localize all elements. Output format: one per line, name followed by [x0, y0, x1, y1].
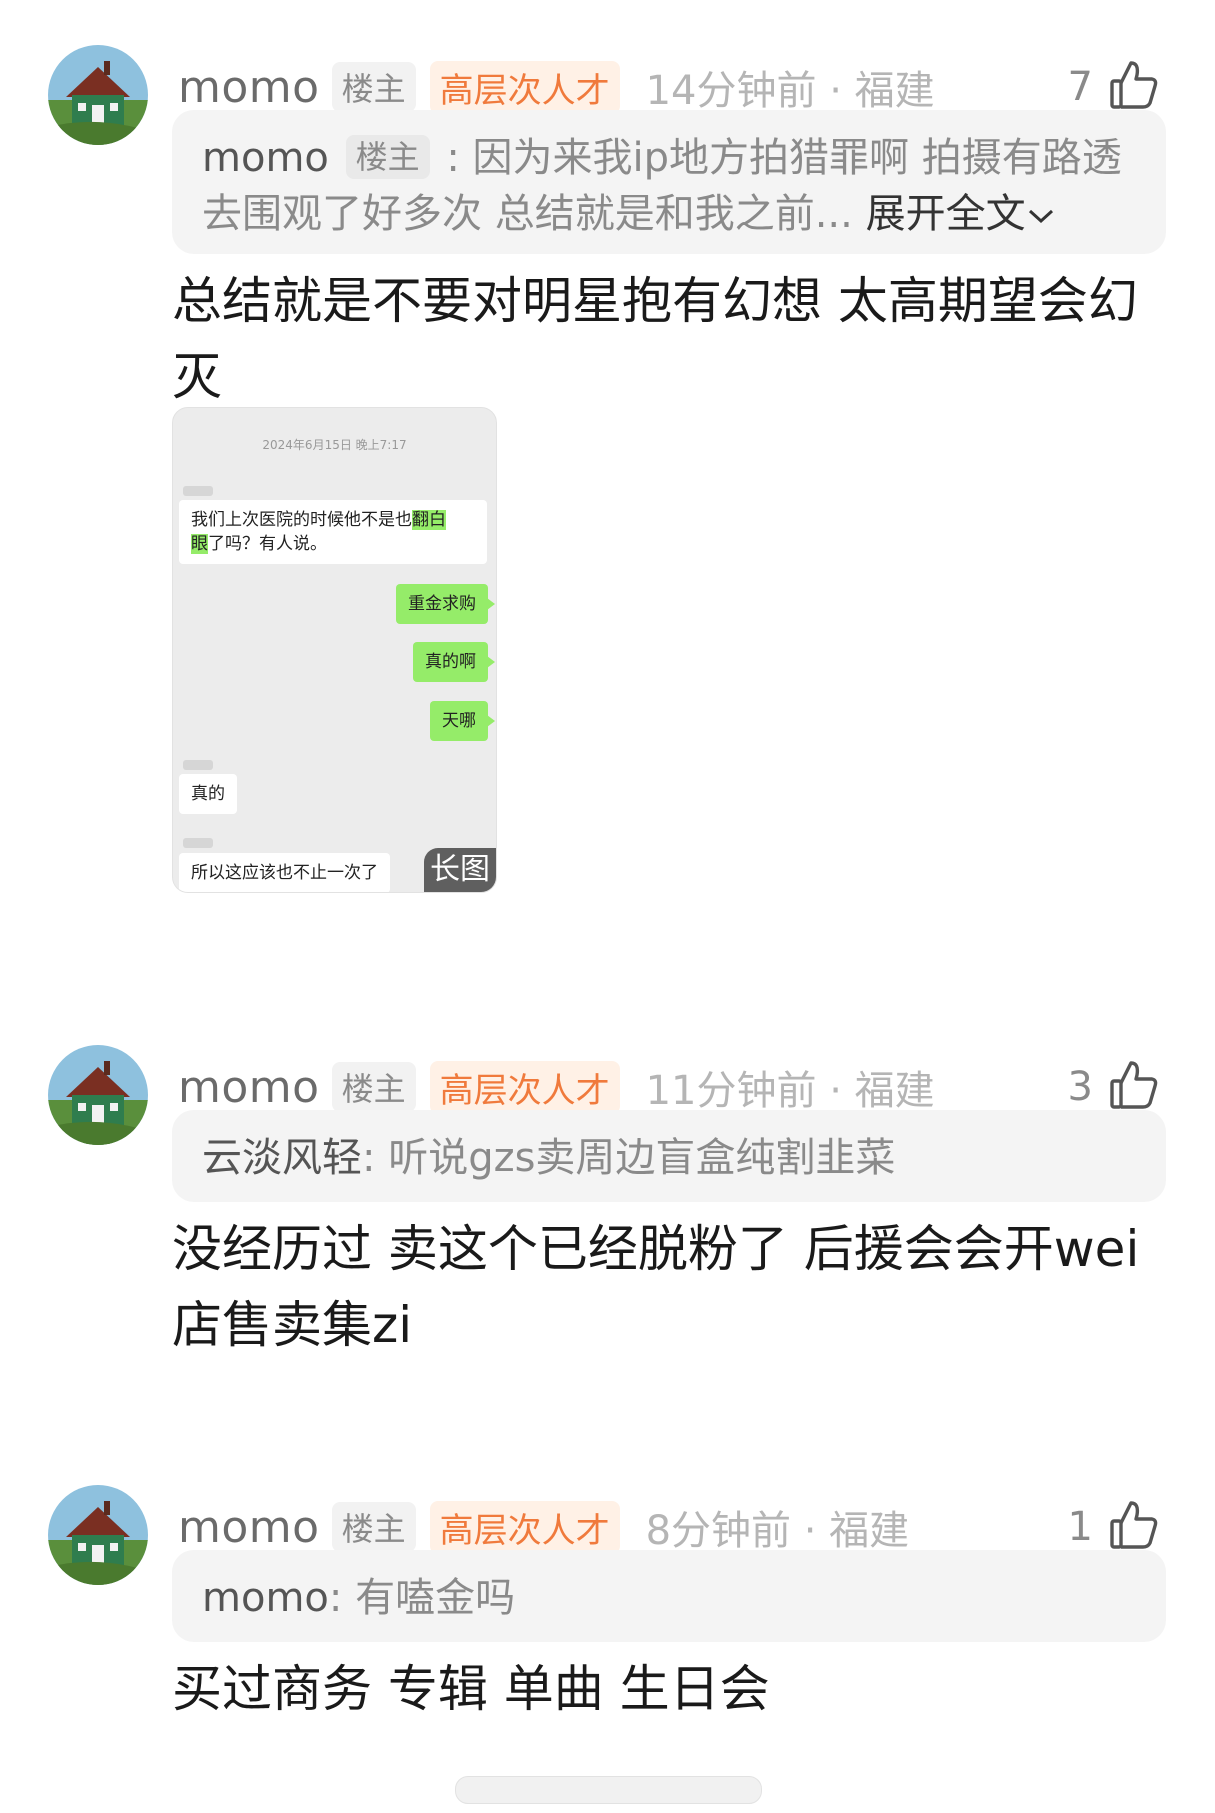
chat-bubble-right: 重金求购	[396, 584, 495, 624]
chat-bubble-right: 天哪	[430, 701, 495, 741]
comment-body: 没经历过 卖这个已经脱粉了 后援会会开wei店售卖集zi	[172, 1220, 1140, 1354]
avatar[interactable]	[48, 45, 148, 145]
chat-date: 2024年6月15日 晚上7:17	[262, 438, 407, 452]
thumbs-up-icon	[1109, 1499, 1159, 1555]
blurred-name	[183, 838, 213, 848]
like-count: 1	[1067, 1504, 1093, 1550]
expand-link[interactable]: 展开全文	[866, 191, 1056, 237]
quote-text: 有嗑金吗	[355, 1575, 516, 1621]
thumbs-up-icon	[1109, 1059, 1159, 1115]
chat-bubble-left: 所以这应该也不止一次了	[179, 853, 390, 892]
like-count: 7	[1067, 64, 1093, 110]
avatar[interactable]	[48, 1485, 148, 1585]
blurred-name	[183, 486, 213, 496]
quote-owner-badge: 楼主	[345, 135, 430, 179]
owner-badge: 楼主	[331, 1502, 416, 1552]
chat-screenshot-image[interactable]: 2024年6月15日 晚上7:17 我们上次医院的时候他不是也翻白眼了吗？有人说…	[172, 407, 497, 893]
quoted-comment[interactable]: 云淡风轻: 听说gzs卖周边盲盒纯割韭菜	[172, 1110, 1166, 1202]
chat-text: 我们上次医院的时候他不是也	[191, 510, 412, 530]
rank-badge: 高层次人才	[429, 1060, 620, 1114]
quote-separator: :	[446, 135, 473, 181]
chat-bubble-left: 我们上次医院的时候他不是也翻白眼了吗？有人说。	[179, 500, 487, 564]
quote-separator: :	[362, 1135, 389, 1181]
comment-body: 买过商务 专辑 单曲 生日会	[172, 1660, 770, 1718]
chat-text: 了吗？有人说。	[208, 534, 327, 554]
chat-bubble-right: 真的啊	[413, 642, 495, 682]
username[interactable]: momo	[178, 1502, 320, 1553]
expand-label: 展开全文	[865, 191, 1026, 237]
quoted-comment[interactable]: momo: 有嗑金吗	[172, 1550, 1166, 1642]
rank-badge: 高层次人才	[429, 60, 620, 114]
avatar[interactable]	[48, 1045, 148, 1145]
rank-badge: 高层次人才	[429, 1500, 620, 1554]
quote-text: 听说gzs卖周边盲盒纯割韭菜	[388, 1135, 896, 1181]
long-image-tag: 长图	[424, 848, 496, 892]
bottom-input-bar[interactable]	[455, 1776, 762, 1804]
owner-badge: 楼主	[331, 62, 416, 112]
chat-highlight: 翻白	[412, 510, 446, 530]
timestamp-location: 8分钟前 · 福建	[645, 1508, 910, 1554]
thumbs-up-icon	[1109, 59, 1159, 115]
quote-author[interactable]: momo	[202, 135, 329, 181]
timestamp-location: 14分钟前 · 福建	[645, 68, 935, 114]
comment-body: 总结就是不要对明星抱有幻想 太高期望会幻灭	[172, 272, 1138, 406]
quote-author[interactable]: momo	[202, 1575, 329, 1621]
timestamp-location: 11分钟前 · 福建	[645, 1068, 935, 1114]
chat-highlight: 眼	[191, 534, 208, 554]
quote-separator: :	[328, 1575, 356, 1621]
chevron-down-icon	[1026, 191, 1056, 237]
blurred-name	[183, 760, 213, 770]
username[interactable]: momo	[178, 62, 320, 113]
chat-bubble-left: 真的	[179, 774, 237, 814]
quote-author[interactable]: 云淡风轻	[202, 1135, 362, 1181]
quoted-comment[interactable]: momo 楼主 : 因为来我ip地方拍猎罪啊 拍摄有路透去围观了好多次 总结就是…	[172, 110, 1166, 254]
like-count: 3	[1067, 1064, 1093, 1110]
owner-badge: 楼主	[331, 1062, 416, 1112]
username[interactable]: momo	[178, 1062, 320, 1113]
